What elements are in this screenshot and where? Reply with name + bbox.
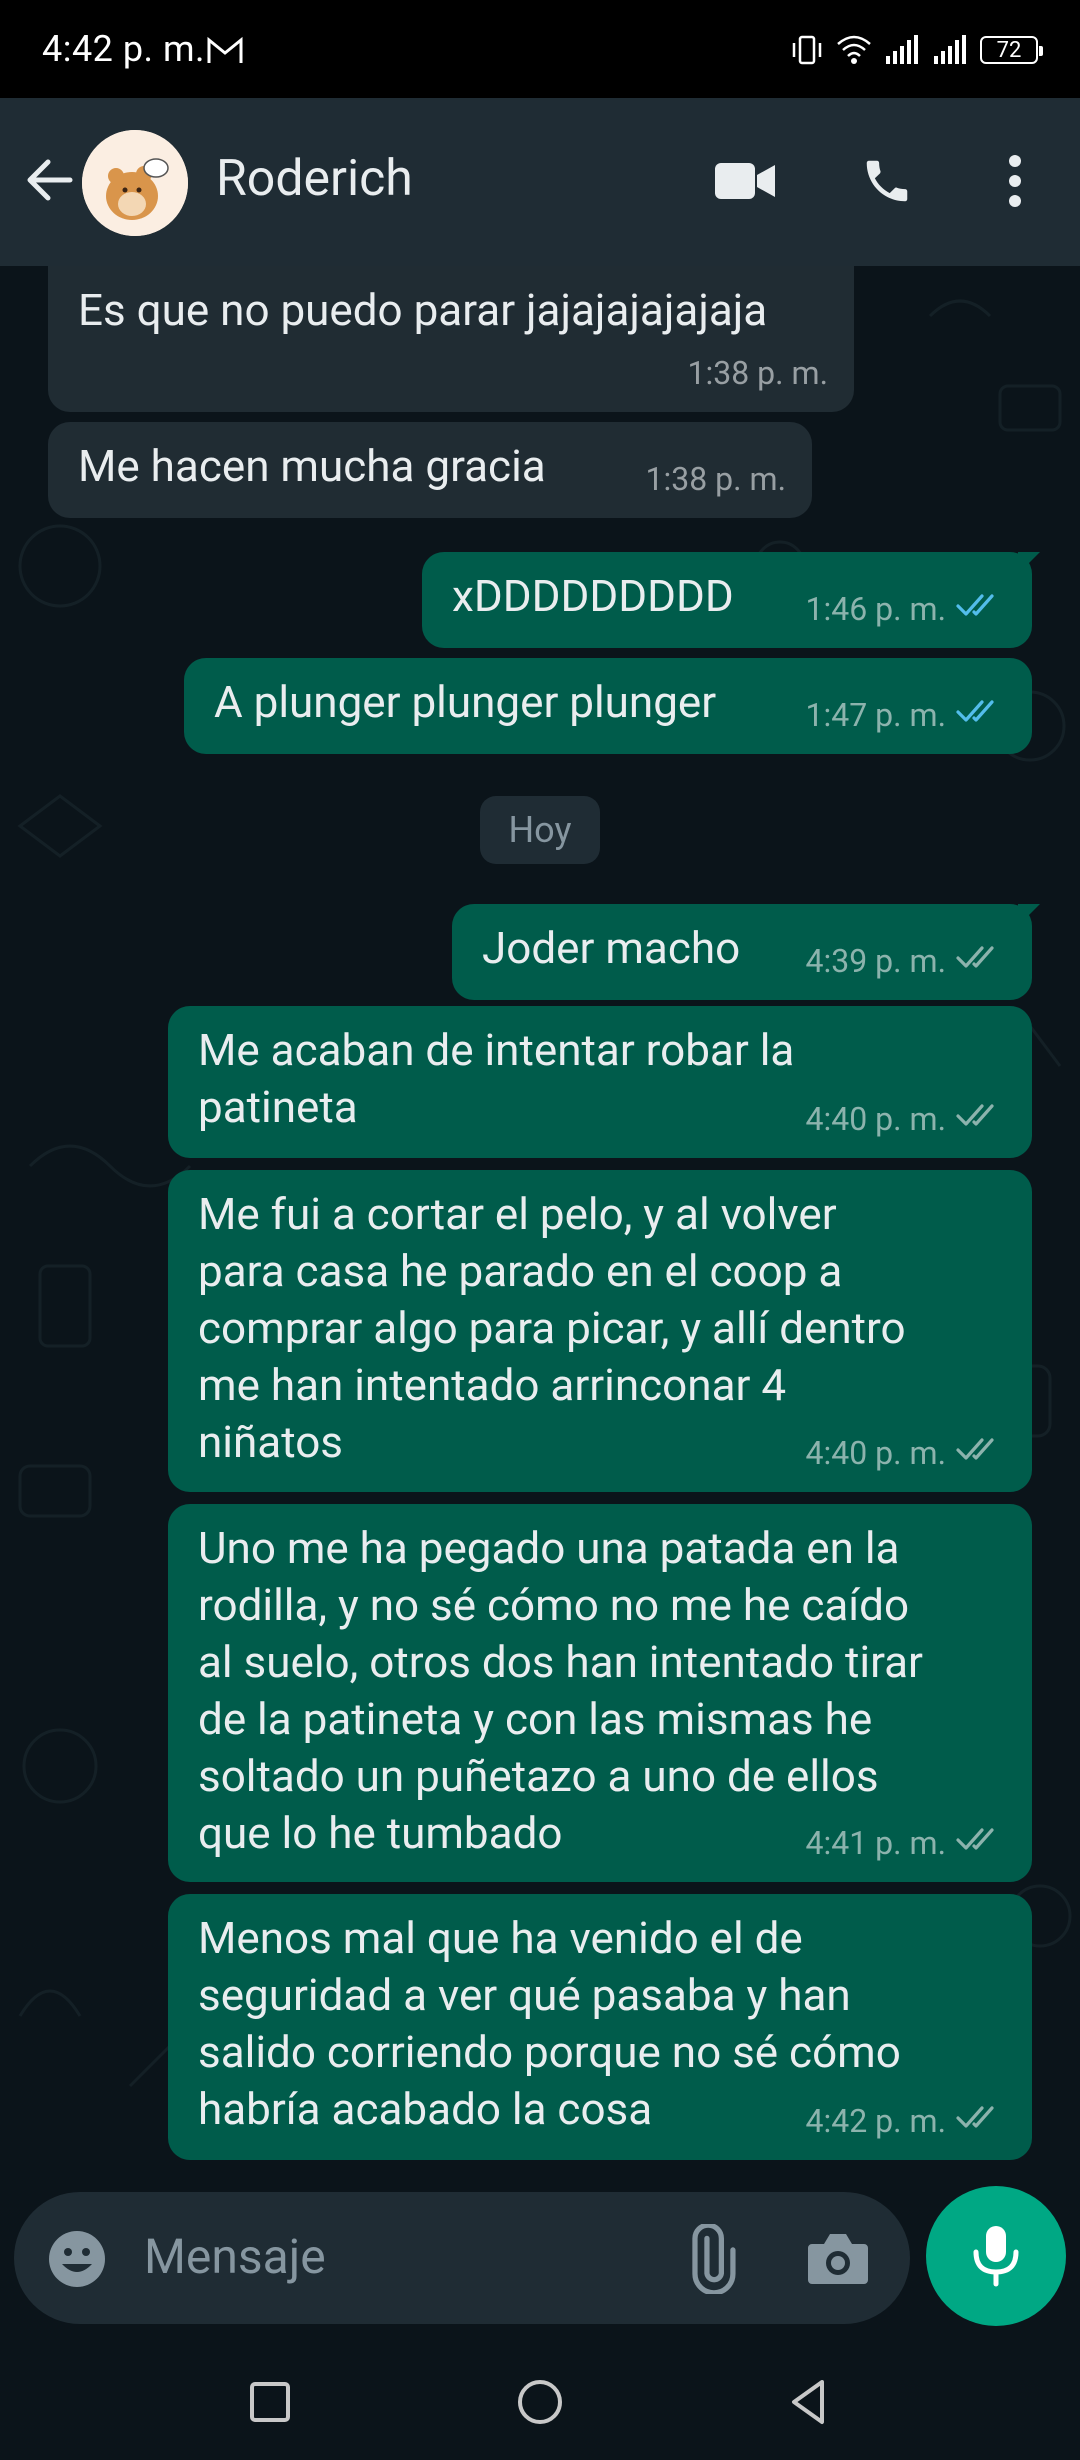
video-call-icon bbox=[715, 163, 775, 199]
hamster-avatar-icon bbox=[82, 130, 188, 236]
outgoing-message[interactable]: Uno me ha pegado una patada en la rodill… bbox=[168, 1504, 1032, 1882]
message-meta: 1:38 p. m. bbox=[688, 345, 828, 402]
message-time: 1:46 p. m. bbox=[805, 590, 946, 628]
chat-header: Roderich bbox=[0, 98, 1080, 266]
delivered-ticks-icon bbox=[956, 1425, 1006, 1482]
message-time: 1:38 p. m. bbox=[687, 354, 828, 392]
message-meta: 1:38 p. m. bbox=[646, 451, 786, 508]
voice-call-button[interactable] bbox=[852, 146, 922, 216]
status-icons: 72 bbox=[790, 30, 1043, 70]
battery-level: 72 bbox=[996, 37, 1022, 63]
vibrate-icon bbox=[792, 35, 822, 65]
message-text: Es que no puedo parar jajajajajajaja bbox=[78, 284, 768, 336]
emoji-icon[interactable] bbox=[46, 2228, 108, 2290]
message-time: 1:38 p. m. bbox=[645, 460, 786, 498]
phone-icon bbox=[866, 160, 908, 202]
read-ticks-icon bbox=[956, 581, 1006, 638]
avatar[interactable] bbox=[82, 130, 188, 236]
wifi-icon bbox=[837, 35, 871, 64]
bubble-tail bbox=[1018, 552, 1040, 574]
gmail-notification-icon bbox=[207, 36, 243, 63]
incoming-message[interactable]: Me hacen mucha gracia 1:38 p. m. bbox=[48, 422, 812, 518]
message-meta: 4:40 p. m. bbox=[806, 1425, 1006, 1482]
bubble-tail bbox=[1018, 904, 1040, 926]
message-meta: 4:41 p. m. bbox=[806, 1815, 1006, 1872]
delivered-ticks-icon bbox=[956, 1091, 1006, 1148]
delivered-ticks-icon bbox=[956, 1815, 1006, 1872]
message-time: 4:42 p. m. bbox=[805, 2102, 946, 2140]
message-input[interactable]: Mensaje bbox=[144, 2228, 326, 2285]
mic-button[interactable] bbox=[926, 2186, 1066, 2326]
message-meta: 4:39 p. m. bbox=[806, 933, 1006, 990]
message-time: 1:47 p. m. bbox=[805, 696, 946, 734]
message-time: 4:40 p. m. bbox=[805, 1100, 946, 1138]
message-time: 4:39 p. m. bbox=[805, 942, 946, 980]
delivered-ticks-icon bbox=[956, 2093, 1006, 2150]
battery-icon: 72 bbox=[980, 36, 1043, 64]
message-time: 4:40 p. m. bbox=[805, 1434, 946, 1472]
mic-icon bbox=[973, 2226, 1019, 2287]
outgoing-message[interactable]: Joder macho 4:39 p. m. bbox=[452, 904, 1032, 1000]
read-ticks-icon bbox=[956, 687, 1006, 744]
nav-back-icon[interactable] bbox=[782, 2374, 838, 2430]
message-meta: 4:40 p. m. bbox=[806, 1091, 1006, 1148]
incoming-message[interactable]: Es que no puedo parar jajajajajajaja 1:38… bbox=[48, 266, 854, 412]
message-meta: 1:47 p. m. bbox=[806, 687, 1006, 744]
more-options-button[interactable] bbox=[980, 146, 1050, 216]
message-time: 4:41 p. m. bbox=[805, 1824, 946, 1862]
system-nav-bar bbox=[0, 2340, 1080, 2460]
status-bar: 4:42 p. m. 72 bbox=[0, 0, 1080, 98]
nav-home-icon[interactable] bbox=[512, 2374, 568, 2430]
camera-icon[interactable] bbox=[806, 2228, 870, 2288]
outgoing-message[interactable]: Me acaban de intentar robar la patineta 4… bbox=[168, 1006, 1032, 1158]
contact-name[interactable]: Roderich bbox=[216, 150, 413, 208]
outgoing-message[interactable]: Me fui a cortar el pelo, y al volver par… bbox=[168, 1170, 1032, 1492]
outgoing-message[interactable]: xDDDDDDDDD 1:46 p. m. bbox=[422, 552, 1032, 648]
date-divider: Hoy bbox=[480, 796, 600, 864]
message-meta: 1:46 p. m. bbox=[806, 581, 1006, 638]
delivered-ticks-icon bbox=[956, 933, 1006, 990]
nav-recents-icon[interactable] bbox=[242, 2374, 298, 2430]
video-call-button[interactable] bbox=[710, 146, 780, 216]
back-arrow-icon[interactable] bbox=[20, 150, 80, 210]
message-input-bar[interactable]: Mensaje bbox=[14, 2192, 910, 2324]
signal-icon-2 bbox=[934, 35, 966, 64]
status-time: 4:42 p. m. bbox=[42, 28, 206, 70]
message-text: Uno me ha pegado una patada en la rodill… bbox=[198, 1522, 923, 1859]
signal-icon bbox=[886, 35, 918, 64]
more-vert-icon bbox=[1009, 155, 1021, 207]
outgoing-message[interactable]: Menos mal que ha venido el de seguridad … bbox=[168, 1894, 1032, 2160]
attach-icon[interactable] bbox=[674, 2224, 744, 2294]
message-meta: 4:42 p. m. bbox=[806, 2093, 1006, 2150]
outgoing-message[interactable]: A plunger plunger plunger 1:47 p. m. bbox=[184, 658, 1032, 754]
